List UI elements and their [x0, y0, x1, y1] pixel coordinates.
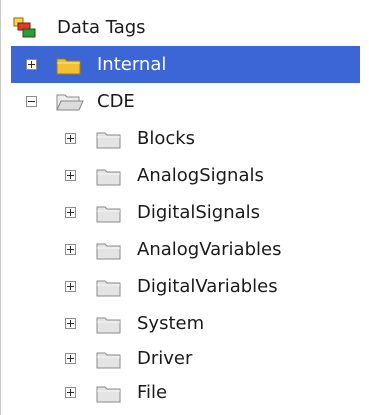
- tree-node-label: CDE: [97, 90, 135, 112]
- expand-icon[interactable]: [65, 280, 76, 292]
- expand-icon[interactable]: [65, 317, 76, 329]
- data-tags-icon: [13, 17, 37, 39]
- folder-icon: [96, 314, 122, 334]
- expand-icon[interactable]: [65, 352, 76, 364]
- folder-icon: [96, 349, 122, 369]
- folder-icon: [56, 55, 82, 75]
- tree-node-file[interactable]: File: [1, 374, 369, 411]
- folder-icon: [96, 240, 122, 260]
- expand-icon[interactable]: [65, 132, 76, 144]
- tree-node-label: DigitalSignals: [137, 201, 261, 223]
- tree-node-digitalvariables[interactable]: DigitalVariables: [1, 268, 369, 305]
- tree-node-label: System: [137, 312, 205, 334]
- expand-icon[interactable]: [65, 206, 76, 218]
- expand-icon[interactable]: [65, 169, 76, 181]
- tree-node-label: File: [137, 381, 168, 403]
- folder-icon: [96, 383, 122, 403]
- expand-icon[interactable]: [65, 243, 76, 255]
- collapse-icon[interactable]: [26, 95, 37, 107]
- expand-icon[interactable]: [65, 386, 76, 398]
- tree-node-analogsignals[interactable]: AnalogSignals: [1, 157, 369, 194]
- folder-icon: [96, 129, 122, 149]
- tree-node-digitalsignals[interactable]: DigitalSignals: [1, 194, 369, 231]
- tree-node-data-tags[interactable]: Data Tags: [1, 9, 369, 46]
- folder-icon: [96, 203, 122, 223]
- folder-icon: [96, 277, 122, 297]
- tree-node-driver[interactable]: Driver: [1, 340, 369, 377]
- tree-node-label: Blocks: [137, 127, 196, 149]
- tree-node-label: DigitalVariables: [137, 275, 278, 297]
- tree-node-blocks[interactable]: Blocks: [1, 120, 369, 157]
- tree-node-system[interactable]: System: [1, 305, 369, 342]
- data-tags-tree: Data Tags Internal CDE Blocks AnalogSign…: [0, 0, 369, 415]
- tree-node-label: Driver: [137, 347, 193, 369]
- tree-node-internal[interactable]: Internal: [1, 46, 369, 83]
- tree-node-label: AnalogVariables: [137, 238, 282, 260]
- tree-node-label: AnalogSignals: [137, 164, 264, 186]
- tree-node-label: Internal: [97, 53, 167, 75]
- tree-node-analogvariables[interactable]: AnalogVariables: [1, 231, 369, 268]
- open-folder-icon: [56, 92, 84, 112]
- tree-node-cde[interactable]: CDE: [1, 83, 369, 120]
- tree-node-label: Data Tags: [57, 16, 146, 38]
- expand-icon[interactable]: [26, 58, 37, 70]
- folder-icon: [96, 166, 122, 186]
